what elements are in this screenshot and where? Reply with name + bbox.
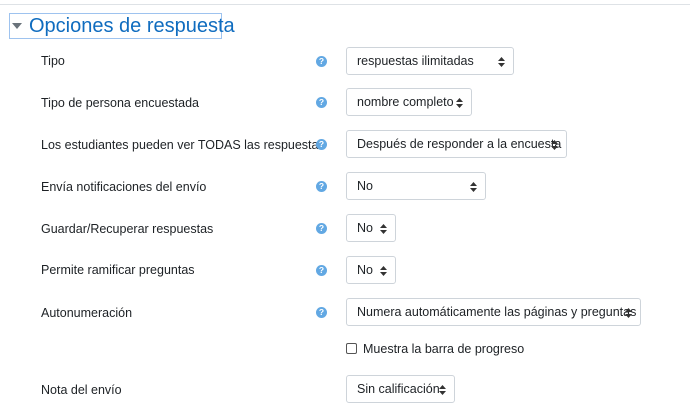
caret-down-icon[interactable] xyxy=(12,23,22,29)
section-header-opciones[interactable]: Opciones de respuesta xyxy=(9,13,235,39)
question-circle-icon[interactable]: ? xyxy=(316,139,327,150)
top-divider xyxy=(0,4,690,5)
question-circle-icon[interactable]: ? xyxy=(316,181,327,192)
question-circle-icon[interactable]: ? xyxy=(316,307,327,318)
sort-arrows-icon xyxy=(456,98,463,108)
sort-arrows-icon xyxy=(380,224,387,234)
autonumeracion-select[interactable]: Numera automáticamente las páginas y pre… xyxy=(346,298,641,326)
field-label-ver-respuestas: Los estudiantes pueden ver TODAS las res… xyxy=(41,138,325,152)
select-value: Numera automáticamente las páginas y pre… xyxy=(357,305,637,319)
select-value: Después de responder a la encuesta xyxy=(357,137,562,151)
select-value: respuestas ilimitadas xyxy=(357,54,474,68)
select-value: No xyxy=(357,179,373,193)
select-value: nombre completo xyxy=(357,95,454,109)
field-label-autonumeracion: Autonumeración xyxy=(41,306,133,320)
notificaciones-select[interactable]: No xyxy=(346,172,486,200)
sort-arrows-icon xyxy=(470,182,477,192)
field-label-nota-envio: Nota del envío xyxy=(41,383,122,397)
ramificar-select[interactable]: No xyxy=(346,256,396,284)
sort-arrows-icon xyxy=(439,385,446,395)
ver-respuestas-select[interactable]: Después de responder a la encuesta xyxy=(346,130,567,158)
sort-arrows-icon xyxy=(625,308,632,318)
progress-bar-checkbox[interactable] xyxy=(346,343,357,354)
tipo-select[interactable]: respuestas ilimitadas xyxy=(346,47,514,75)
progress-bar-checkbox-label[interactable]: Muestra la barra de progreso xyxy=(363,341,524,357)
select-value: Sin calificación xyxy=(357,382,440,396)
field-label-tipo-persona: Tipo de persona encuestada xyxy=(41,96,199,110)
question-circle-icon[interactable]: ? xyxy=(316,223,327,234)
field-label-tipo: Tipo xyxy=(41,54,65,68)
sort-arrows-icon xyxy=(498,57,505,67)
select-value: No xyxy=(357,221,373,235)
question-circle-icon[interactable]: ? xyxy=(316,56,327,67)
field-label-guardar-recuperar: Guardar/Recuperar respuestas xyxy=(41,222,214,236)
guardar-recuperar-select[interactable]: No xyxy=(346,214,396,242)
section-title[interactable]: Opciones de respuesta xyxy=(29,15,235,37)
field-label-notificaciones: Envía notificaciones del envío xyxy=(41,180,207,194)
sort-arrows-icon xyxy=(380,266,387,276)
sort-arrows-icon xyxy=(551,140,558,150)
question-circle-icon[interactable]: ? xyxy=(316,265,327,276)
tipo-persona-select[interactable]: nombre completo xyxy=(346,88,472,116)
question-circle-icon[interactable]: ? xyxy=(316,97,327,108)
nota-envio-select[interactable]: Sin calificación xyxy=(346,375,455,403)
select-value: No xyxy=(357,263,373,277)
field-label-ramificar: Permite ramificar preguntas xyxy=(41,263,195,277)
